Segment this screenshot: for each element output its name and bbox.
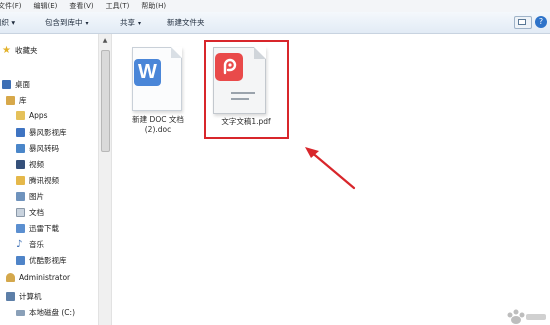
video-library-icon [16,144,25,153]
sidebar-item-label: Administrator [19,273,71,282]
sidebar-item-pictures[interactable]: 图片 [16,191,44,202]
navigation-pane: ★ 收藏夹 桌面 库 Apps 暴风影视库 暴风转码 视频 腾讯视频 图片 文档… [0,34,98,325]
sidebar-item-label: 优酷影视库 [29,256,67,265]
download-icon [16,224,25,233]
library-icon [6,96,15,105]
sidebar-item-label: 本地磁盘 (C:) [29,308,75,317]
sidebar-item-label: 计算机 [19,292,42,301]
sidebar-item-label: 收藏夹 [15,46,38,55]
scroll-up-icon[interactable]: ▲ [99,37,111,44]
user-icon [6,273,15,282]
sidebar-scrollbar[interactable]: ▲ [98,34,112,325]
doc-file-icon: W [132,47,182,111]
file-name-line-1: 新建 DOC 文档 [132,115,184,124]
music-icon: ♪ [16,239,23,250]
sidebar-item-music[interactable]: ♪ 音乐 [16,239,44,250]
desktop-icon [2,80,11,89]
file-name-line-2: (2).doc [144,125,172,134]
new-folder-button[interactable]: 新建文件夹 [167,17,205,28]
menu-file[interactable]: 文件(F) [0,1,22,11]
chevron-down-icon: ▾ [138,20,142,27]
computer-icon [6,292,15,301]
organize-button[interactable]: 组织 ▾ [0,17,15,28]
view-options-icon[interactable] [514,16,532,29]
menu-tools[interactable]: 工具(T) [106,1,130,11]
folder-icon [16,111,25,120]
highlight-box [204,40,289,139]
sidebar-item-label: 音乐 [29,240,44,249]
sidebar-item-baofeng-video-library[interactable]: 暴风影视库 [16,127,67,138]
documents-icon [16,208,25,217]
sidebar-item-baofeng-transcode[interactable]: 暴风转码 [16,143,59,154]
menu-bar: 文件(F) 编辑(E) 查看(V) 工具(T) 帮助(H) [0,0,550,12]
sidebar-item-favorites[interactable]: ★ 收藏夹 [2,45,38,56]
chevron-down-icon: ▾ [85,20,89,27]
video-library-icon [16,128,25,137]
sidebar-item-label: 文档 [29,208,44,217]
sidebar-item-label: 图片 [29,192,44,201]
sidebar-item-label: 库 [19,96,27,105]
baidu-watermark [448,308,550,325]
menu-view[interactable]: 查看(V) [69,1,93,11]
help-icon[interactable]: ? [535,16,547,28]
folder-icon [16,176,25,185]
red-arrow-annotation [305,147,356,190]
sidebar-item-label: Apps [29,111,48,120]
file-label: 新建 DOC 文档 (2).doc [118,112,198,135]
share-button[interactable]: 共享 ▾ [120,17,141,28]
sidebar-item-label: 视频 [29,160,44,169]
sidebar-item-apps[interactable]: Apps [16,111,48,120]
sidebar-item-label: 迅雷下载 [29,224,59,233]
sidebar-item-xunlei-download[interactable]: 迅雷下载 [16,223,59,234]
menu-help[interactable]: 帮助(H) [141,1,166,11]
pictures-icon [16,192,25,201]
wps-writer-icon: W [134,59,161,86]
command-toolbar: 组织 ▾ 包含到库中▾ 共享▾ 新建文件夹 ? [0,12,550,34]
sidebar-item-local-disk-c[interactable]: 本地磁盘 (C:) [16,307,75,318]
menu-edit[interactable]: 编辑(E) [34,1,58,11]
sidebar-item-label: 腾讯视频 [29,176,59,185]
video-icon [16,160,25,169]
sidebar-item-administrator[interactable]: Administrator [6,273,70,282]
sidebar-item-computer[interactable]: 计算机 [6,291,42,302]
sidebar-item-videos[interactable]: 视频 [16,159,44,170]
scroll-thumb[interactable] [101,50,110,152]
sidebar-item-label: 暴风影视库 [29,128,67,137]
sidebar-item-desktop[interactable]: 桌面 [2,79,30,90]
sidebar-item-library[interactable]: 库 [6,95,27,106]
video-library-icon [16,256,25,265]
sidebar-item-documents[interactable]: 文档 [16,207,44,218]
sidebar-item-tencent-video[interactable]: 腾讯视频 [16,175,59,186]
drive-icon [16,309,25,316]
star-icon: ★ [2,45,11,56]
include-in-library-label: 包含到库中 [45,18,83,27]
sidebar-item-youku-video-library[interactable]: 优酷影视库 [16,255,67,266]
share-label: 共享 [120,18,135,27]
include-in-library-button[interactable]: 包含到库中 ▾ [45,17,89,28]
sidebar-item-label: 桌面 [15,80,30,89]
sidebar-item-label: 暴风转码 [29,144,59,153]
